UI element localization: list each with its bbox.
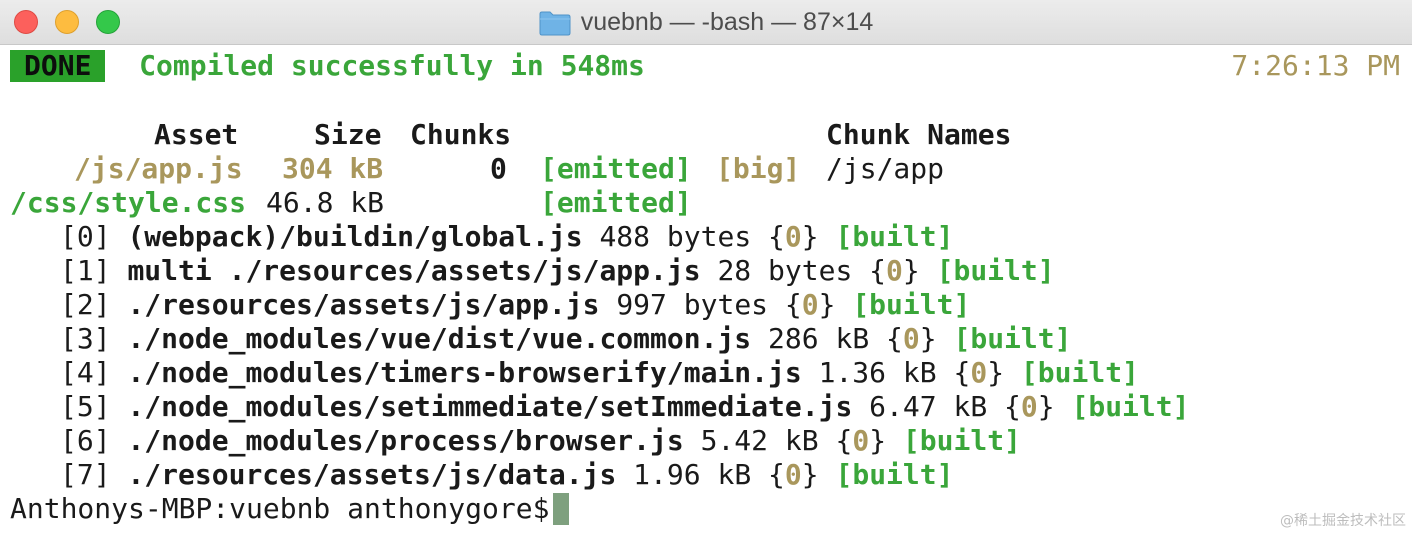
module-status: [built] xyxy=(852,288,971,321)
done-badge: DONE xyxy=(10,50,106,82)
module-index: [3] xyxy=(60,322,111,355)
module-chunk: 0 xyxy=(801,288,819,321)
module-row: [1] multi ./resources/assets/js/app.js 2… xyxy=(60,254,1055,287)
compile-message: Compiled successfully in 548ms xyxy=(139,49,645,82)
asset-row-1-name: /css/style.css xyxy=(10,186,247,219)
shell-prompt-line[interactable]: Anthonys-MBP:vuebnb anthonygore$ xyxy=(10,492,570,526)
module-row: [7] ./resources/assets/js/data.js 1.96 k… xyxy=(60,458,954,491)
module-row: [0] (webpack)/buildin/global.js 488 byte… xyxy=(60,220,954,253)
asset-row-0-size: 304 kB xyxy=(282,152,384,185)
module-status: [built] xyxy=(1071,390,1190,423)
module-path: ./node_modules/timers-browserify/main.js xyxy=(127,356,802,389)
module-row: [2] ./resources/assets/js/app.js 997 byt… xyxy=(60,288,971,321)
terminal-window: vuebnb — -bash — 87×14 DONE Compiled suc… xyxy=(0,0,1412,534)
status-time: 7:26:13 PM xyxy=(1231,49,1400,82)
module-size: 1.36 kB xyxy=(818,356,937,389)
module-size: 6.47 kB xyxy=(869,390,988,423)
asset-row-0-name: /js/app.js xyxy=(74,152,243,185)
module-path: multi ./resources/assets/js/app.js xyxy=(127,254,701,287)
module-chunk: 0 xyxy=(784,220,802,253)
title-group: vuebnb — -bash — 87×14 xyxy=(0,0,1412,45)
status-line: DONE Compiled successfully in 548ms xyxy=(10,49,645,83)
module-chunk: 0 xyxy=(970,356,988,389)
asset-row-1-size: 46.8 kB xyxy=(266,186,385,219)
header-size: Size xyxy=(314,118,382,151)
module-index: [1] xyxy=(60,254,111,287)
module-index: [0] xyxy=(60,220,111,253)
module-size: 28 bytes xyxy=(717,254,853,287)
module-index: [5] xyxy=(60,390,111,423)
shell-prompt: Anthonys-MBP:vuebnb anthonygore$ xyxy=(10,492,550,525)
module-status: [built] xyxy=(902,424,1021,457)
module-size: 997 bytes xyxy=(616,288,769,321)
module-path: ./node_modules/vue/dist/vue.common.js xyxy=(127,322,752,355)
asset-row-0-chunk-name: /js/app xyxy=(826,152,945,185)
module-status: [built] xyxy=(1020,356,1139,389)
module-index: [4] xyxy=(60,356,111,389)
module-size: 1.96 kB xyxy=(633,458,752,491)
module-status: [built] xyxy=(936,254,1055,287)
module-status: [built] xyxy=(835,458,954,491)
asset-row-0-chunks: 0 xyxy=(490,152,507,185)
module-size: 286 kB xyxy=(768,322,870,355)
header-asset: Asset xyxy=(154,118,239,151)
module-status: [built] xyxy=(953,322,1072,355)
asset-row-0-emitted: [emitted] xyxy=(540,152,692,185)
module-path: ./node_modules/process/browser.js xyxy=(127,424,684,457)
module-chunk: 0 xyxy=(886,254,903,287)
module-chunk: 0 xyxy=(784,458,802,491)
terminal-output[interactable]: DONE Compiled successfully in 548ms 7:26… xyxy=(0,45,1412,534)
module-index: [6] xyxy=(60,424,111,457)
module-path: ./node_modules/setimmediate/setImmediate… xyxy=(127,390,853,423)
module-size: 488 bytes xyxy=(599,220,752,253)
module-row: [5] ./node_modules/setimmediate/setImmed… xyxy=(60,390,1190,423)
asset-row-0-big: [big] xyxy=(716,152,801,185)
module-path: ./resources/assets/js/app.js xyxy=(127,288,600,321)
title-bar[interactable]: vuebnb — -bash — 87×14 xyxy=(0,0,1412,45)
module-index: [2] xyxy=(60,288,111,321)
asset-row-1-emitted: [emitted] xyxy=(540,186,692,219)
module-status: [built] xyxy=(835,220,954,253)
window-title: vuebnb — -bash — 87×14 xyxy=(580,8,874,36)
module-path: ./resources/assets/js/data.js xyxy=(127,458,617,491)
header-chunk-names: Chunk Names xyxy=(826,118,1012,151)
watermark: @稀土掘金技术社区 xyxy=(1280,513,1406,529)
module-chunk: 0 xyxy=(1020,390,1038,423)
module-chunk: 0 xyxy=(902,322,920,355)
module-path: (webpack)/buildin/global.js xyxy=(127,220,583,253)
header-chunks: Chunks xyxy=(410,118,512,151)
module-row: [4] ./node_modules/timers-browserify/mai… xyxy=(60,356,1139,389)
module-index: [7] xyxy=(60,458,111,491)
folder-icon xyxy=(539,11,571,35)
text-cursor xyxy=(553,493,570,525)
module-row: [6] ./node_modules/process/browser.js 5.… xyxy=(60,424,1021,457)
module-row: [3] ./node_modules/vue/dist/vue.common.j… xyxy=(60,322,1072,355)
module-chunk: 0 xyxy=(852,424,870,457)
module-size: 5.42 kB xyxy=(700,424,819,457)
